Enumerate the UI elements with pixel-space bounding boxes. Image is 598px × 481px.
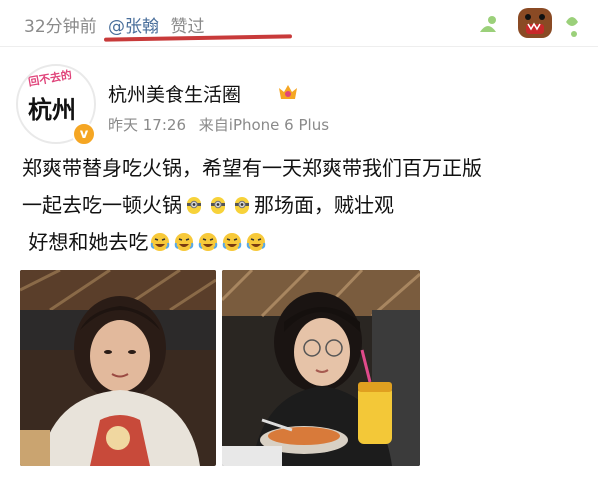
post-time: 昨天 17:26	[108, 116, 186, 134]
liked-header: 32分钟前 @张翰 赞过	[0, 0, 598, 44]
liked-by-line: 32分钟前 @张翰 赞过	[24, 12, 204, 37]
minion-emoji-icon	[187, 197, 201, 214]
post-meta: 昨天 17:26 来自iPhone 6 Plus	[108, 114, 329, 135]
divider	[0, 46, 598, 47]
laughing-cry-emoji-icon	[223, 233, 242, 251]
laughing-cry-emoji-icon	[151, 233, 170, 251]
post-text: 郑爽带替身吃火锅，希望有一天郑爽带我们百万正版 一起去吃一顿火锅 那场面，贼壮观 …	[22, 150, 582, 261]
post-source: 来自iPhone 6 Plus	[198, 116, 330, 134]
minion-emoji-icon	[235, 197, 249, 214]
author-name[interactable]: 杭州美食生活圈	[108, 80, 241, 107]
verified-badge-icon: v	[72, 122, 96, 146]
avatar-banner-text: 回不去的	[27, 68, 73, 89]
post-line-3: 好想和她去吃	[22, 224, 582, 261]
post-line-2: 一起去吃一顿火锅 那场面，贼壮观	[22, 187, 582, 224]
avatar-calligraphy: 杭州	[28, 95, 76, 124]
post-line-2-end: 那场面，贼壮观	[254, 193, 394, 217]
liked-time: 32分钟前	[24, 17, 97, 37]
post-line-3-text: 好想和她去吃	[28, 230, 149, 254]
domo-sticker-icon	[480, 8, 578, 38]
liked-user-link[interactable]: @张翰	[108, 17, 159, 37]
laughing-cry-emoji-icon	[199, 233, 218, 251]
minion-emoji-icon	[211, 197, 225, 214]
post-photo-2[interactable]	[222, 270, 420, 466]
laughing-cry-emoji-icon	[247, 233, 266, 251]
liked-action: 赞过	[170, 17, 205, 37]
post-line-1: 郑爽带替身吃火锅，希望有一天郑爽带我们百万正版	[22, 156, 482, 180]
vip-crown-icon	[279, 85, 297, 99]
laughing-cry-emoji-icon	[175, 233, 194, 251]
post-line-2-start: 一起去吃一顿火锅	[22, 193, 182, 217]
post-photo-1[interactable]	[20, 270, 216, 466]
